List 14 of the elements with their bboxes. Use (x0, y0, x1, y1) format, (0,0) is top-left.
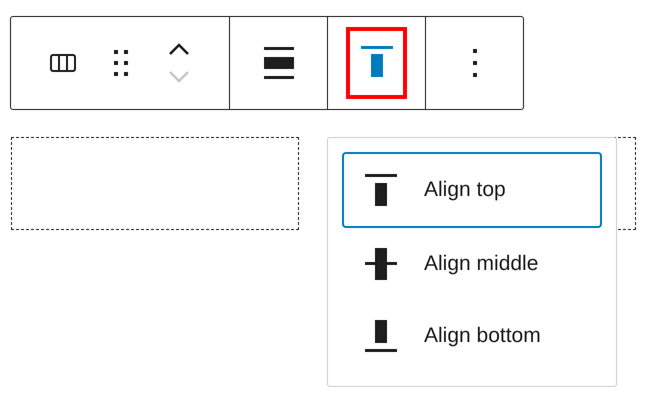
chevron-down-icon (168, 71, 190, 83)
columns-icon (50, 54, 76, 72)
menu-item[interactable]: Align middle (342, 228, 602, 300)
align-top-icon (364, 173, 398, 207)
vertical-align-button[interactable] (346, 27, 407, 99)
align-top-icon (360, 46, 394, 80)
align-bottom-icon (364, 319, 398, 353)
drag-dots-icon (113, 49, 129, 77)
menu-item[interactable]: Align bottom (342, 300, 602, 372)
more-vertical-icon (472, 49, 476, 77)
align-middle-icon (364, 247, 398, 281)
chevron-up-icon (168, 43, 190, 55)
align-stretch-icon (264, 47, 294, 79)
menu-item[interactable]: Align top (342, 152, 602, 228)
